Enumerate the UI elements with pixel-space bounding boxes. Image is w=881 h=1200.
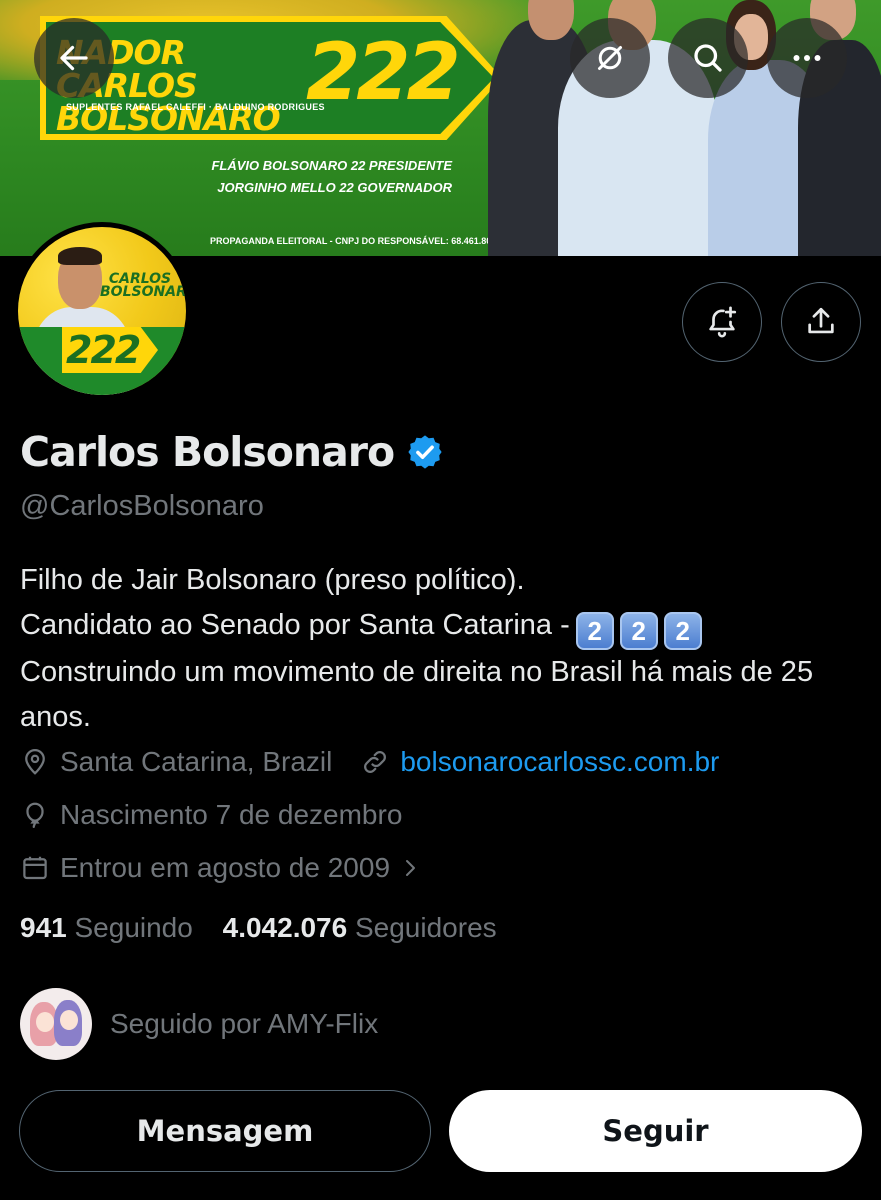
location-pin-icon <box>25 749 45 775</box>
back-button[interactable] <box>34 18 114 98</box>
following-stat[interactable]: 941 Seguindo <box>20 912 193 943</box>
bio-line: Candidato ao Senado por Santa Catarina - <box>20 609 570 641</box>
avatar-image: CARLOS BOLSONARO 222 <box>18 227 186 395</box>
profile-meta-row: Santa Catarina, Brazil bolsonarocarlossc… <box>20 746 719 778</box>
profile-banner[interactable]: NADOR CARLOS BOLSONARO 222 SUPLENTES RAF… <box>0 0 881 256</box>
bio-line: Construindo um movimento de direita no B… <box>20 656 814 733</box>
bell-plus-icon <box>709 306 737 338</box>
profile-birthday-row: Nascimento 7 de dezembro <box>20 799 402 831</box>
balloon-icon <box>26 802 44 828</box>
following-label: Seguindo <box>74 912 193 943</box>
follower-avatar <box>20 988 92 1060</box>
banner-line-governor: JORGINHO MELLO 22 GOVERNADOR <box>217 180 452 195</box>
arrow-left-icon <box>60 45 88 71</box>
bio-line: Filho de Jair Bolsonaro (preso político)… <box>20 564 525 596</box>
keycap-emoji: 2 <box>663 612 702 650</box>
grok-icon <box>598 46 622 70</box>
profile-name-row: Carlos Bolsonaro <box>20 428 444 476</box>
keycap-emoji: 2 <box>575 612 614 650</box>
share-button[interactable] <box>781 282 861 362</box>
avatar-number: 222 <box>66 328 141 372</box>
banner-line-president: FLÁVIO BOLSONARO 22 PRESIDENTE <box>211 158 452 173</box>
search-button[interactable] <box>668 18 748 98</box>
profile-avatar[interactable]: CARLOS BOLSONARO 222 <box>13 222 191 400</box>
banner-sign-number: 222 <box>306 28 461 118</box>
link-icon <box>364 751 387 773</box>
followers-label: Seguidores <box>354 912 497 943</box>
profile-joined-row[interactable]: Entrou em agosto de 2009 <box>20 852 432 884</box>
bio-line-keycaps: Candidato ao Senado por Santa Catarina -… <box>20 603 865 650</box>
keycap-emoji: 2 <box>619 612 658 650</box>
share-icon <box>808 307 834 334</box>
avatar-tag: CARLOS BOLSONARO <box>100 271 186 300</box>
follow-button[interactable]: Seguir <box>449 1090 862 1172</box>
profile-name: Carlos Bolsonaro <box>20 428 395 476</box>
banner-sign-subtitle: SUPLENTES RAFAEL CALEFFI · BALDUINO RODR… <box>66 102 325 112</box>
profile-bio: Filho de Jair Bolsonaro (preso político)… <box>20 558 865 740</box>
profile-joined: Entrou em agosto de 2009 <box>60 852 391 883</box>
chevron-right-icon <box>406 860 416 876</box>
grok-button[interactable] <box>570 18 650 98</box>
verified-badge-icon[interactable] <box>406 433 444 471</box>
profile-website-link[interactable]: bolsonarocarlossc.com.br <box>400 746 719 778</box>
profile-handle: @CarlosBolsonaro <box>20 490 264 522</box>
followed-by-text: Seguido por AMY-Flix <box>110 1008 379 1039</box>
message-button[interactable]: Mensagem <box>19 1090 431 1172</box>
followers-count: 4.042.076 <box>222 912 348 943</box>
more-button[interactable] <box>767 18 847 98</box>
profile-stats: 941 Seguindo 4.042.076 Seguidores <box>20 912 497 944</box>
search-icon <box>694 44 722 72</box>
profile-birthday: Nascimento 7 de dezembro <box>60 799 403 830</box>
followers-stat[interactable]: 4.042.076 Seguidores <box>223 912 497 943</box>
more-icon <box>793 55 821 61</box>
followed-by-row[interactable]: Seguido por AMY-Flix <box>20 988 378 1060</box>
profile-location: Santa Catarina, Brazil <box>60 746 333 777</box>
following-count: 941 <box>20 912 67 943</box>
calendar-icon <box>23 856 47 880</box>
notify-button[interactable] <box>682 282 762 362</box>
